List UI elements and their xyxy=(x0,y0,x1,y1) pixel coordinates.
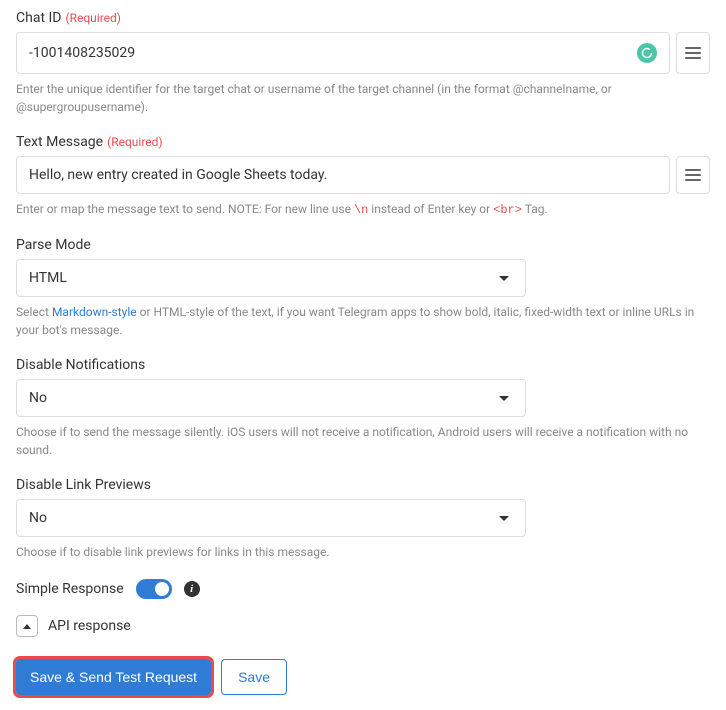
disable-notifications-help: Choose if to send the message silently. … xyxy=(16,423,710,459)
text-message-required: (Required) xyxy=(107,135,162,149)
disable-link-previews-select[interactable]: No xyxy=(16,499,526,537)
save-button[interactable]: Save xyxy=(221,659,287,695)
parse-mode-label: Parse Mode xyxy=(16,237,710,253)
parse-mode-label-text: Parse Mode xyxy=(16,237,91,253)
text-message-help: Enter or map the message text to send. N… xyxy=(16,200,710,219)
markdown-style-link[interactable]: Markdown-style xyxy=(52,305,137,319)
parse-mode-help: Select Markdown-style or HTML-style of t… xyxy=(16,303,710,339)
api-response-collapse-button[interactable] xyxy=(16,615,38,637)
menu-icon xyxy=(685,169,701,181)
disable-notifications-label: Disable Notifications xyxy=(16,357,710,373)
br-code: <br> xyxy=(493,203,522,217)
chat-id-label: Chat ID (Required) xyxy=(16,10,710,26)
menu-icon xyxy=(685,47,701,59)
disable-link-previews-help: Choose if to disable link previews for l… xyxy=(16,543,710,561)
chat-id-menu-button[interactable] xyxy=(676,32,710,74)
info-icon[interactable]: i xyxy=(184,581,200,597)
save-send-test-button[interactable]: Save & Send Test Request xyxy=(16,659,211,695)
refresh-icon[interactable] xyxy=(637,43,657,63)
simple-response-toggle[interactable] xyxy=(136,579,172,599)
text-message-input[interactable]: Hello, new entry created in Google Sheet… xyxy=(16,156,670,194)
chevron-down-icon xyxy=(499,516,509,521)
chat-id-required: (Required) xyxy=(66,11,121,25)
text-message-label: Text Message (Required) xyxy=(16,134,710,150)
simple-response-label: Simple Response xyxy=(16,581,124,597)
text-message-menu-button[interactable] xyxy=(676,156,710,194)
disable-notifications-select[interactable]: No xyxy=(16,379,526,417)
disable-link-previews-label: Disable Link Previews xyxy=(16,477,710,493)
chat-id-help: Enter the unique identifier for the targ… xyxy=(16,80,710,116)
disable-notifications-value: No xyxy=(29,390,47,406)
disable-notifications-label-text: Disable Notifications xyxy=(16,357,145,373)
disable-link-previews-label-text: Disable Link Previews xyxy=(16,477,151,493)
text-message-label-text: Text Message xyxy=(16,134,103,150)
parse-mode-select[interactable]: HTML xyxy=(16,259,526,297)
chat-id-label-text: Chat ID xyxy=(16,10,62,26)
newline-code: \n xyxy=(354,203,368,217)
api-response-label: API response xyxy=(48,618,131,634)
chat-id-value: -1001408235029 xyxy=(29,45,637,61)
chevron-up-icon xyxy=(23,624,31,629)
chat-id-input[interactable]: -1001408235029 xyxy=(16,32,670,74)
toggle-knob xyxy=(155,582,169,596)
chevron-down-icon xyxy=(499,276,509,281)
disable-link-previews-value: No xyxy=(29,510,47,526)
text-message-value: Hello, new entry created in Google Sheet… xyxy=(29,167,657,183)
chevron-down-icon xyxy=(499,396,509,401)
parse-mode-value: HTML xyxy=(29,270,67,286)
